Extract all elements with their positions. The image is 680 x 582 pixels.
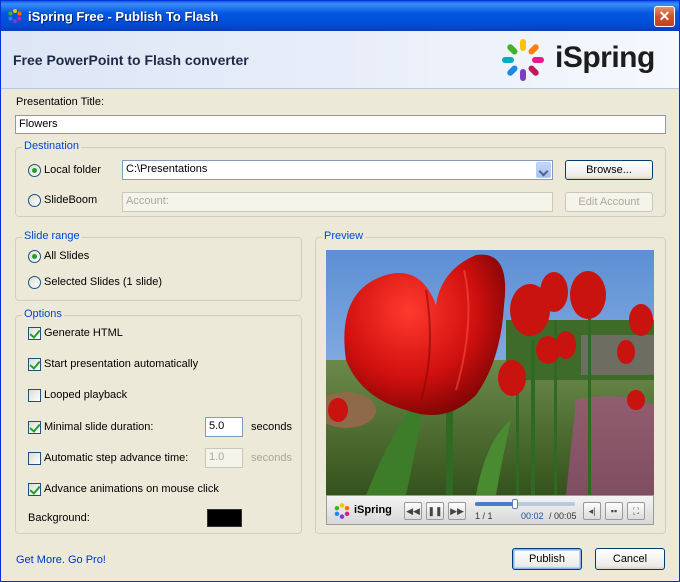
- local-folder-radio[interactable]: [28, 164, 41, 177]
- title-bar[interactable]: iSpring Free - Publish To Flash ✕: [1, 1, 679, 31]
- preview-slide-image: [326, 250, 654, 495]
- account-input[interactable]: Account:: [122, 192, 553, 212]
- min-duration-label: Minimal slide duration:: [44, 421, 154, 433]
- seek-handle[interactable]: [512, 499, 518, 509]
- ispring-player-icon: [334, 503, 350, 519]
- min-duration-input[interactable]: 5.0: [205, 417, 243, 437]
- selected-slides-radio[interactable]: [28, 276, 41, 289]
- min-duration-checkbox[interactable]: [28, 421, 41, 434]
- all-slides-label: All Slides: [44, 250, 90, 262]
- start-auto-label: Start presentation automatically: [44, 358, 199, 370]
- ispring-app-icon: [8, 9, 22, 23]
- presentation-title-label: Presentation Title:: [16, 96, 105, 108]
- slides-menu-icon[interactable]: ▪▪: [605, 502, 623, 520]
- min-duration-unit: seconds: [251, 421, 292, 433]
- advance-click-label: Advance animations on mouse click: [44, 483, 219, 495]
- player-controls: iSpring ◀◀ ❚❚ ▶▶ 1 / 1 00:02 / 00:05 ◂| …: [326, 495, 654, 525]
- preview-group-title: Preview: [322, 230, 366, 242]
- pause-icon[interactable]: ❚❚: [426, 502, 444, 520]
- slide-range-group-title: Slide range: [22, 230, 82, 242]
- ispring-logo-icon: [502, 39, 544, 81]
- seek-bar[interactable]: [475, 499, 575, 509]
- player-logo-text: iSpring: [354, 504, 392, 516]
- auto-step-input[interactable]: 1.0: [205, 448, 243, 468]
- banner-heading: Free PowerPoint to Flash converter: [13, 52, 249, 68]
- generate-html-label: Generate HTML: [44, 327, 123, 339]
- presentation-title-input[interactable]: Flowers: [15, 115, 666, 134]
- time-current: 00:02: [521, 511, 544, 521]
- auto-step-unit: seconds: [251, 452, 292, 464]
- get-pro-link[interactable]: Get More. Go Pro!: [16, 554, 106, 566]
- publish-window: iSpring Free - Publish To Flash ✕ Free P…: [0, 0, 680, 582]
- publish-button[interactable]: Publish: [512, 548, 582, 570]
- auto-step-checkbox[interactable]: [28, 452, 41, 465]
- all-slides-radio[interactable]: [28, 250, 41, 263]
- chevron-down-icon[interactable]: [536, 162, 551, 178]
- destination-group-title: Destination: [22, 140, 82, 152]
- seek-progress: [475, 502, 515, 506]
- time-total: / 00:05: [549, 511, 577, 521]
- close-button[interactable]: ✕: [654, 6, 675, 27]
- header-banner: Free PowerPoint to Flash converter iSpri…: [1, 31, 679, 89]
- local-folder-value: C:\Presentations: [126, 163, 208, 175]
- edit-account-button[interactable]: Edit Account: [565, 192, 653, 212]
- rewind-icon[interactable]: ◀◀: [404, 502, 422, 520]
- generate-html-checkbox[interactable]: [28, 327, 41, 340]
- looped-playback-checkbox[interactable]: [28, 389, 41, 402]
- slideboom-radio[interactable]: [28, 194, 41, 207]
- local-folder-combo[interactable]: C:\Presentations: [122, 160, 553, 180]
- forward-icon[interactable]: ▶▶: [448, 502, 466, 520]
- selected-slides-label: Selected Slides (1 slide): [44, 276, 163, 288]
- fullscreen-icon[interactable]: ⛶: [627, 502, 645, 520]
- advance-click-checkbox[interactable]: [28, 483, 41, 496]
- auto-step-label: Automatic step advance time:: [44, 452, 189, 464]
- looped-playback-label: Looped playback: [44, 389, 128, 401]
- start-auto-checkbox[interactable]: [28, 358, 41, 371]
- options-group-title: Options: [22, 308, 64, 320]
- volume-icon[interactable]: ◂|: [583, 502, 601, 520]
- browse-button[interactable]: Browse...: [565, 160, 653, 180]
- slide-counter: 1 / 1: [475, 511, 493, 521]
- window-title: iSpring Free - Publish To Flash: [28, 9, 219, 24]
- local-folder-label: Local folder: [44, 164, 101, 176]
- background-label: Background:: [28, 512, 90, 524]
- slide-range-group: Slide range: [15, 230, 302, 301]
- background-color-swatch[interactable]: [207, 509, 242, 527]
- logo-text: iSpring: [555, 41, 655, 74]
- slideboom-label: SlideBoom: [44, 194, 98, 206]
- ispring-logo: iSpring: [499, 37, 669, 83]
- cancel-button[interactable]: Cancel: [595, 548, 665, 570]
